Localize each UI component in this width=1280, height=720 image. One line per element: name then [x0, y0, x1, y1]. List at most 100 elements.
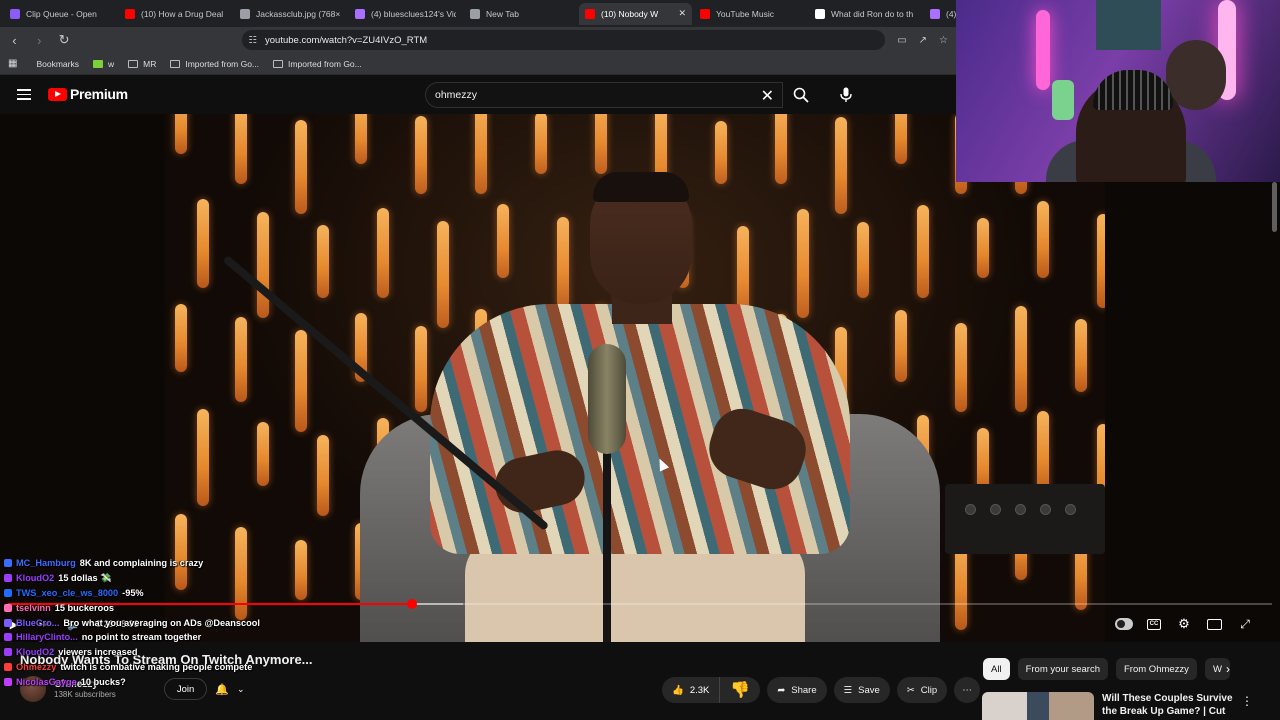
more-actions-button[interactable]: ⋯	[954, 677, 981, 703]
search-input[interactable]: ohmezzy ✕	[425, 82, 783, 108]
tab-title: YouTube Music	[716, 8, 774, 19]
tab-title: (4) w	[946, 8, 956, 19]
video-actions: 👍 2.3K 👎 ➦ Share ☰ Save ✂ Clip ⋯	[662, 677, 981, 703]
folder-icon	[273, 59, 284, 68]
fullscreen-icon[interactable]: ⤢	[1236, 615, 1254, 633]
address-bar[interactable]: ☷ youtube.com/watch?v=ZU4IVzO_RTM	[242, 30, 886, 50]
tab-close-icon[interactable]: ✕	[678, 8, 686, 19]
chat-text: 15 buckeroos	[54, 602, 114, 613]
filter-chip[interactable]: From your search	[1017, 658, 1108, 680]
chat-username: HillaryClinto...	[16, 632, 78, 643]
recommended-thumbnail[interactable]	[982, 692, 1094, 720]
bookmark-item[interactable]: Imported from Go...	[273, 59, 362, 69]
browser-tab[interactable]: Clip Queue - Open	[4, 3, 117, 25]
bookmark-item[interactable]: MR	[128, 59, 156, 69]
settings-gear-icon[interactable]: ⚙	[1175, 615, 1193, 633]
recommended-video[interactable]: Will These Couples Survive the Break Up …	[982, 692, 1242, 720]
browser-tab[interactable]: (4) bluesclues124's Vid	[349, 3, 462, 25]
forward-icon[interactable]: ›	[33, 33, 46, 48]
chat-badge-icon	[4, 648, 12, 657]
browser-tab[interactable]: Jackassclub.jpg (768×	[234, 3, 347, 25]
tab-favicon-icon	[930, 8, 940, 19]
scissors-icon: ✂	[906, 684, 915, 696]
cast-icon[interactable]: ▭	[897, 35, 906, 46]
podcast-microphone	[588, 344, 626, 454]
audio-interface	[945, 484, 1105, 554]
chat-message: KloudO2 15 dollas 💸	[4, 571, 304, 586]
chat-message: KloudO2 viewers increased	[4, 645, 304, 660]
browser-toolbar: ‹ › ↻ ☷ youtube.com/watch?v=ZU4IVzO_RTM …	[0, 27, 956, 53]
site-info-icon[interactable]: ☷	[248, 35, 257, 46]
chevron-right-icon[interactable]: ›	[1226, 662, 1230, 676]
like-button[interactable]: 👍 2.3K	[662, 677, 719, 703]
bookmark-label: w	[107, 58, 115, 69]
bookmark-item[interactable]: Bookmarks	[31, 59, 79, 69]
filter-chip[interactable]: From Ohmezzy	[1116, 658, 1197, 680]
clip-label: Clip	[920, 684, 938, 696]
bookmarks-bar: ▦ Bookmarks w MR Imported from Go... Importe…	[0, 53, 956, 75]
chat-text: 10 bucks?	[80, 676, 126, 687]
dislike-button[interactable]: 👎	[719, 677, 760, 703]
share-page-icon[interactable]: ↗	[919, 35, 927, 46]
chat-badge-icon	[4, 559, 12, 568]
chat-message: HillaryClinto... no point to stream toget…	[4, 630, 304, 645]
autoplay-toggle[interactable]	[1115, 615, 1133, 633]
filter-chip[interactable]: All	[983, 658, 1010, 680]
tab-favicon-icon	[355, 8, 365, 19]
bookmark-label: Imported from Go...	[185, 58, 260, 69]
player-controls-right: CC ⚙ ⤢	[1115, 615, 1254, 633]
bookmark-star-icon[interactable]: ☆	[939, 35, 948, 46]
progress-scrubber[interactable]	[407, 599, 417, 609]
miniplayer-icon[interactable]	[1207, 618, 1222, 630]
reload-icon[interactable]: ↻	[58, 32, 71, 48]
address-url: youtube.com/watch?v=ZU4IVzO_RTM	[265, 34, 428, 46]
bookmark-label: Bookmarks	[36, 58, 79, 69]
logo-text: Premium	[70, 86, 128, 102]
chat-badge-icon	[4, 603, 12, 612]
search-icon	[793, 87, 809, 103]
like-dislike-group: 👍 2.3K 👎	[662, 677, 761, 703]
browser-tab[interactable]: (4) w	[924, 3, 956, 25]
chat-badge-icon	[4, 662, 12, 671]
bookmark-item[interactable]: w	[92, 58, 115, 69]
tab-title: What did Ron do to th	[831, 8, 914, 19]
clear-search-icon[interactable]: ✕	[761, 86, 774, 106]
tab-favicon-icon	[10, 8, 20, 19]
more-vertical-icon[interactable]: ⋮	[1241, 694, 1253, 708]
chat-text: Bro what you averaging on ADs @Deanscool	[63, 617, 260, 628]
search-button[interactable]	[783, 82, 819, 108]
microphone-icon	[840, 87, 852, 102]
menu-icon[interactable]	[17, 89, 31, 100]
tab-favicon-icon	[815, 8, 825, 19]
page-scrollbar[interactable]	[1272, 182, 1277, 232]
share-icon: ➦	[777, 684, 786, 696]
chat-username: Ohmezzy	[16, 661, 57, 672]
browser-tab[interactable]: (10) How a Drug Deal	[119, 3, 232, 25]
chat-username: MC_Hamburg	[16, 558, 76, 569]
thumbs-up-icon: 👍	[672, 684, 684, 696]
browser-tab[interactable]: YouTube Music	[694, 3, 807, 25]
tab-favicon-icon	[700, 8, 710, 19]
recommended-title[interactable]: Will These Couples Survive the Break Up …	[1102, 692, 1242, 720]
chat-message: TWS_xeo_cle_ws_8000 -95%	[4, 586, 304, 601]
apps-grid-icon[interactable]: ▦	[8, 58, 17, 69]
youtube-premium-logo[interactable]: Premium	[48, 86, 128, 102]
browser-tab[interactable]: What did Ron do to th	[809, 3, 922, 25]
thumbs-down-icon: 👎	[730, 682, 751, 699]
browser-tab[interactable]: (10) Nobody W ✕	[579, 2, 692, 25]
chat-username: KloudO2	[16, 647, 55, 658]
browser-tab[interactable]: New Tab	[464, 3, 577, 25]
voice-search-button[interactable]	[832, 81, 860, 109]
clip-button[interactable]: ✂ Clip	[896, 677, 948, 703]
chat-username: TWS_xeo_cle_ws_8000	[16, 587, 119, 598]
tab-title: Clip Queue - Open	[26, 8, 97, 19]
chat-message: tselvinn 15 buckeroos	[4, 600, 304, 615]
share-button[interactable]: ➦ Share	[767, 677, 827, 703]
chat-text: no point to stream together	[81, 632, 202, 643]
captions-icon[interactable]: CC	[1147, 618, 1161, 630]
back-icon[interactable]: ‹	[8, 33, 21, 48]
bookmark-item[interactable]: Imported from Go...	[170, 59, 259, 69]
w-icon	[92, 59, 103, 68]
save-button[interactable]: ☰ Save	[833, 677, 890, 703]
autoplay-toggle-icon	[1115, 618, 1133, 630]
